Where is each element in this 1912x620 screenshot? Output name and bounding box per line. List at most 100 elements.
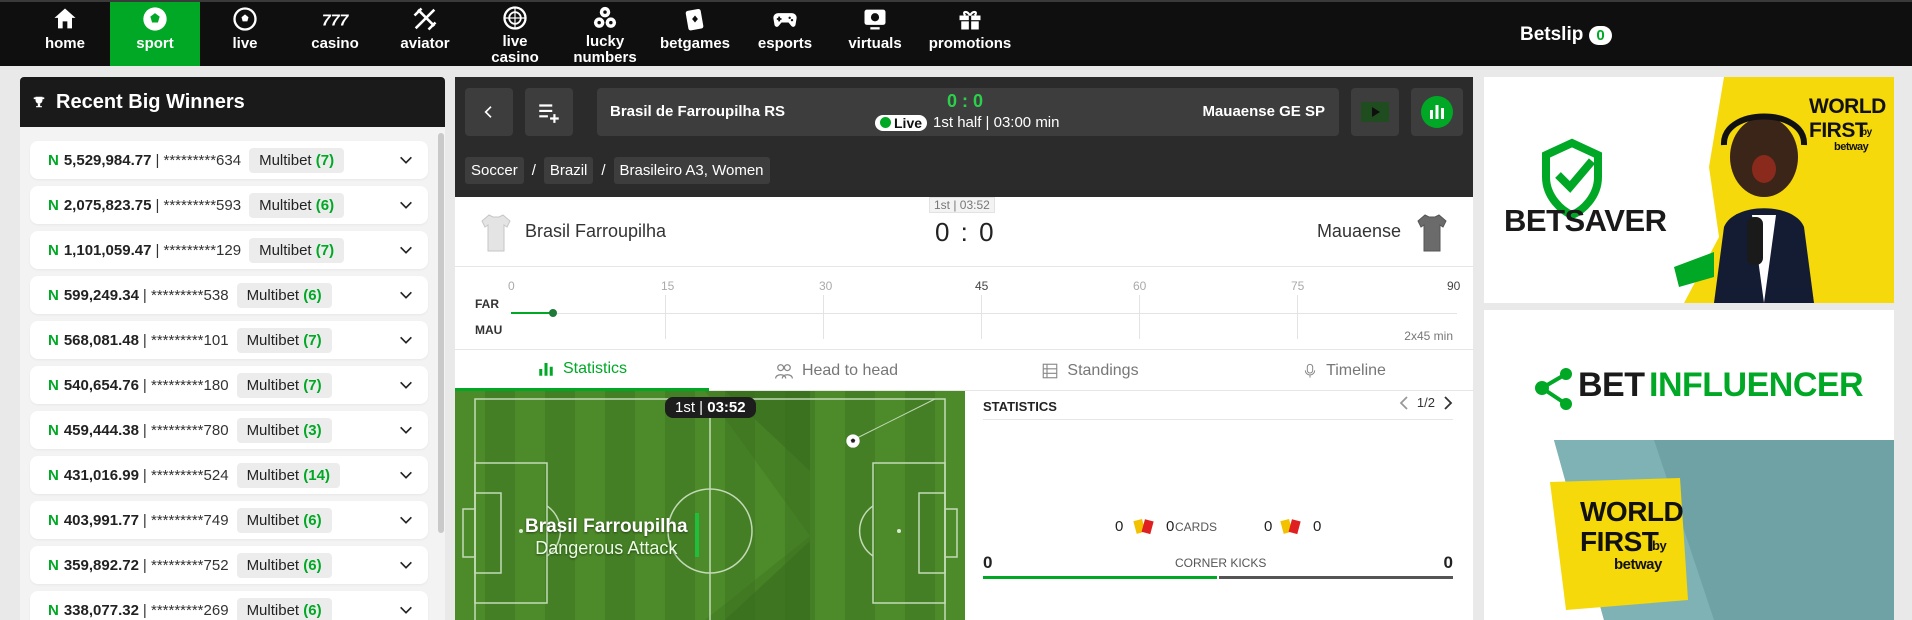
pitch-clock-period: 1st — [675, 399, 696, 416]
chevron-down-icon[interactable] — [398, 602, 414, 618]
winner-row[interactable]: N 2,075,823.75 | *********593 Multibet (6) — [30, 186, 428, 224]
home-team-full-name: Brasil de Farroupilha RS — [610, 103, 786, 120]
chevron-down-icon[interactable] — [398, 422, 414, 438]
nav-live[interactable]: live — [200, 2, 290, 66]
currency-symbol: N — [48, 556, 59, 574]
breadcrumb-country[interactable]: Brazil — [543, 157, 594, 184]
timeline-axis — [511, 313, 1457, 314]
winner-row[interactable]: N 431,016.99 | *********524 Multibet (14) — [30, 456, 428, 494]
chevron-down-icon[interactable] — [398, 242, 414, 258]
winner-account: | *********749 — [142, 511, 229, 529]
winner-amount: 431,016.99 — [63, 466, 139, 484]
nav-betgames[interactable]: betgames — [650, 2, 740, 66]
winner-amount: 403,991.77 — [63, 511, 139, 529]
bet-type-badge: Multibet (6) — [236, 507, 332, 533]
bet-selection-count: (7) — [315, 241, 335, 259]
winner-row[interactable]: N 359,892.72 | *********752 Multibet (6) — [30, 546, 428, 584]
nav-label: lucky numbers — [573, 33, 637, 66]
bet-type-label: Multibet — [259, 151, 312, 169]
winner-amount: 599,249.34 — [63, 286, 139, 304]
betinfluencer-brand-influencer: INFLUENCER — [1649, 366, 1864, 404]
currency-symbol: N — [48, 601, 59, 619]
bet-type-label: Multibet — [246, 331, 300, 349]
live-score: 0 : 0 — [947, 91, 984, 111]
winner-row[interactable]: N 459,444.38 | *********780 Multibet (3) — [30, 411, 428, 449]
bet-type-label: Multibet — [246, 556, 300, 574]
bar-chart-icon — [539, 363, 553, 376]
nav-sport[interactable]: sport — [110, 2, 200, 66]
currency-symbol: N — [48, 331, 59, 349]
tab-head-to-head[interactable]: Head to head — [709, 350, 963, 391]
breadcrumb-league[interactable]: Brasileiro A3, Women — [613, 157, 770, 184]
winner-amount: 540,654.76 — [63, 376, 139, 394]
ad2-by: by — [1652, 538, 1667, 553]
chevron-down-icon[interactable] — [398, 332, 414, 348]
statistics-page-indicator: 1/2 — [1416, 395, 1435, 410]
betinfluencer-brand-bet: BET — [1578, 366, 1645, 404]
winner-row[interactable]: N 568,081.48 | *********101 Multibet (7) — [30, 321, 428, 359]
back-button[interactable] — [465, 88, 513, 136]
chevron-down-icon[interactable] — [398, 197, 414, 213]
currency-symbol: N — [48, 241, 59, 259]
nav-home[interactable]: home — [20, 2, 110, 66]
tab-statistics[interactable]: Statistics — [455, 350, 709, 391]
gift-icon — [959, 10, 981, 30]
timeline-tick: 75 — [1291, 279, 1305, 293]
nav-aviator[interactable]: aviator — [380, 2, 470, 66]
nav-casino[interactable]: 777 casino — [290, 2, 380, 66]
tab-timeline[interactable]: Timeline — [1217, 350, 1471, 391]
bet-selection-count: (7) — [315, 151, 335, 169]
chevron-down-icon[interactable] — [398, 557, 414, 573]
nav-live-casino[interactable]: live casino — [470, 2, 560, 66]
tab-standings[interactable]: Standings — [963, 350, 1217, 391]
betslip-button[interactable]: Betslip 0 — [1520, 24, 1612, 46]
match-tracker-toggle-button[interactable] — [1411, 88, 1463, 136]
nav-promotions[interactable]: promotions — [920, 2, 1020, 66]
winner-amount: 459,444.38 — [63, 421, 139, 439]
main-score: 0 : 0 — [935, 217, 996, 247]
pitch-visualization: 1st | 03:52 Brasil Farroupilha Dangerous… — [455, 391, 965, 620]
chevron-down-icon[interactable] — [398, 152, 414, 168]
winner-row[interactable]: N 599,249.34 | *********538 Multibet (6) — [30, 276, 428, 314]
ad2-betway: betway — [1614, 556, 1662, 573]
nav-virtuals[interactable]: virtuals — [830, 2, 920, 66]
chevron-right-icon[interactable] — [1443, 395, 1453, 410]
winner-row[interactable]: N 5,529,984.77 | *********634 Multibet (7) — [30, 141, 428, 179]
ball-icon — [846, 434, 860, 448]
away-yellow-cards: 0 — [1264, 518, 1273, 535]
winner-row[interactable]: N 338,077.32 | *********269 Multibet (6) — [30, 591, 428, 620]
cards-icon-home — [1133, 518, 1154, 535]
away-corner-bar — [1219, 576, 1453, 579]
winners-title: Recent Big Winners — [56, 90, 245, 113]
winner-row[interactable]: N 540,654.76 | *********180 Multibet (7) — [30, 366, 428, 404]
chevron-down-icon[interactable] — [398, 377, 414, 393]
winner-row[interactable]: N 403,991.77 | *********749 Multibet (6) — [30, 501, 428, 539]
winner-account: | *********593 — [155, 196, 242, 214]
bet-selection-count: (6) — [303, 286, 322, 304]
winner-account: | *********101 — [142, 331, 229, 349]
winners-scrollbar[interactable] — [438, 133, 444, 533]
match-status: Live 1st half | 03:00 min — [875, 114, 1059, 131]
betsaver-ad-banner[interactable]: BETSAVER WORLD FIRST by betway — [1484, 77, 1894, 303]
corner-kicks-statistic: 0 CORNER KICKS 0 — [983, 553, 1453, 583]
pitch-field — [455, 391, 965, 620]
nav-lucky-numbers[interactable]: lucky numbers — [560, 2, 650, 66]
live-stream-button[interactable] — [1351, 88, 1399, 136]
bet-type-label: Multibet — [246, 601, 300, 619]
betinfluencer-ad-banner[interactable]: BET INFLUENCER WORLD FIRST by betway — [1484, 310, 1894, 620]
add-to-list-button[interactable] — [525, 88, 573, 136]
chevron-left-icon[interactable] — [1399, 395, 1409, 410]
chevron-down-icon[interactable] — [398, 512, 414, 528]
playlist-add-icon — [539, 104, 559, 123]
chevron-down-icon[interactable] — [398, 287, 414, 303]
chevron-down-icon[interactable] — [398, 467, 414, 483]
breadcrumb-sport[interactable]: Soccer — [465, 157, 524, 184]
winner-row[interactable]: N 1,101,059.47 | *********129 Multibet (7) — [30, 231, 428, 269]
live-label: Live — [894, 114, 923, 131]
bet-selection-count: (7) — [303, 331, 322, 349]
ad1-by: by — [1861, 127, 1872, 138]
winner-account: | *********780 — [142, 421, 229, 439]
nav-esports[interactable]: esports — [740, 2, 830, 66]
cards-label: CARDS — [1175, 520, 1218, 534]
pitch-clock-time: 03:52 — [707, 399, 746, 416]
